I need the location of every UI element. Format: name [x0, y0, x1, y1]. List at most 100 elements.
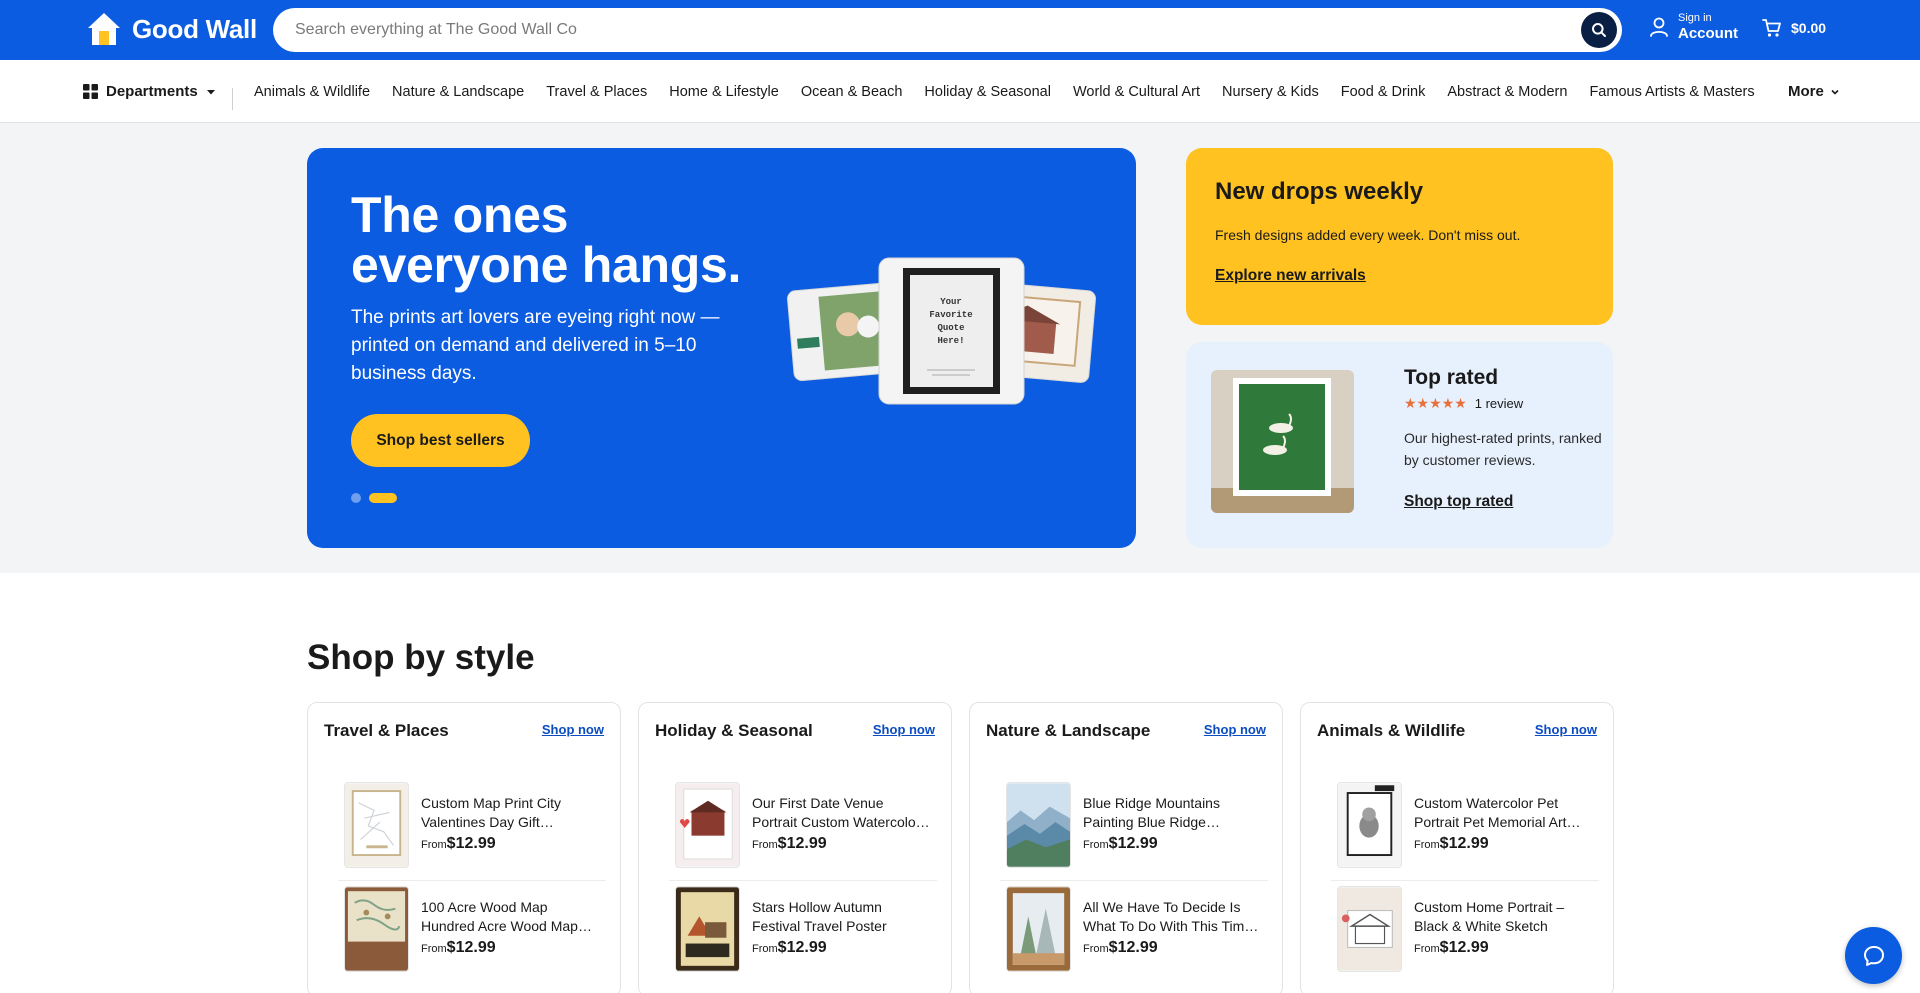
style-cards: Travel & Places Shop now Custom Map Prin… — [307, 702, 1614, 993]
shop-top-rated-link[interactable]: Shop top rated — [1404, 493, 1513, 511]
product-item[interactable]: Custom Map Print City Valentines Day Gif… — [344, 782, 606, 868]
product-item[interactable]: Stars Hollow Autumn Festival Travel Post… — [675, 886, 937, 972]
product-price: From$12.99 — [752, 939, 932, 957]
departments-button[interactable]: Departments — [83, 60, 216, 123]
product-item[interactable]: Custom Watercolor Pet Portrait Pet Memor… — [1337, 782, 1599, 868]
house-icon — [88, 13, 120, 45]
hero-title: The ones everyone hangs. — [351, 187, 742, 293]
style-card-nature-landscape: Nature & Landscape Shop now Blue Ridge M… — [969, 702, 1283, 993]
category-nav: Departments Animals & Wildlife Nature & … — [0, 60, 1920, 123]
product-price: From$12.99 — [752, 835, 932, 853]
chat-button[interactable] — [1845, 927, 1902, 984]
cart-icon — [1762, 19, 1781, 37]
chevron-down-icon — [1831, 89, 1839, 95]
product-item[interactable]: Blue Ridge Mountains Painting Blue Ridge… — [1006, 782, 1268, 868]
product-item[interactable]: Custom Home Portrait – Black & White Ske… — [1337, 886, 1599, 972]
shop-by-style-title: Shop by style — [307, 638, 535, 677]
carousel-dot[interactable] — [351, 493, 361, 503]
top-rated-product-image — [1211, 370, 1354, 513]
product-price: From$12.99 — [1083, 939, 1263, 957]
nav-link-home-lifestyle[interactable]: Home & Lifestyle — [669, 84, 779, 100]
product-name: Stars Hollow Autumn Festival Travel Post… — [752, 899, 887, 934]
account-sign-in: Sign in — [1678, 12, 1712, 24]
nav-link-famous-artists[interactable]: Famous Artists & Masters — [1589, 84, 1754, 100]
search-bar[interactable]: Search everything at The Good Wall Co — [273, 8, 1622, 52]
price-prefix: From — [421, 943, 447, 955]
nav-link-holiday-seasonal[interactable]: Holiday & Seasonal — [924, 84, 1051, 100]
svg-text:Here!: Here! — [937, 336, 964, 346]
account-button[interactable]: Sign in Account — [1648, 12, 1738, 42]
product-name: Blue Ridge Mountains Painting Blue Ridge… — [1083, 795, 1220, 830]
style-card-travel-places: Travel & Places Shop now Custom Map Prin… — [307, 702, 621, 993]
account-label: Account — [1678, 25, 1738, 42]
product-name: All We Have To Decide Is What To Do With… — [1083, 899, 1253, 934]
search-input[interactable]: Search everything at The Good Wall Co — [295, 21, 577, 39]
nav-link-world-cultural-art[interactable]: World & Cultural Art — [1073, 84, 1200, 100]
product-item[interactable]: All We Have To Decide Is What To Do With… — [1006, 886, 1268, 972]
shop-now-link[interactable]: Shop now — [1535, 722, 1597, 737]
card-title: Animals & Wildlife — [1317, 721, 1466, 740]
price-prefix: From — [1414, 839, 1440, 851]
search-icon — [1592, 23, 1606, 37]
price-prefix: From — [752, 839, 778, 851]
chat-icon — [1863, 945, 1884, 966]
nav-divider — [232, 88, 233, 110]
carousel-dots — [351, 493, 397, 503]
price-value: $12.99 — [777, 939, 827, 956]
product-price: From$12.99 — [421, 835, 601, 853]
new-drops-promo: New drops weekly Fresh designs added eve… — [1186, 148, 1613, 325]
five-stars-icon: ★★★★★ — [1404, 395, 1467, 411]
product-thumbnail — [1006, 886, 1071, 972]
nav-link-nature-landscape[interactable]: Nature & Landscape — [392, 84, 524, 100]
new-drops-subtitle: Fresh designs added every week. Don't mi… — [1215, 227, 1521, 243]
price-value: $12.99 — [1439, 939, 1489, 956]
product-thumbnail — [1337, 782, 1402, 868]
price-prefix: From — [1083, 839, 1109, 851]
product-thumbnail — [344, 886, 409, 972]
price-prefix: From — [1414, 943, 1440, 955]
nav-link-ocean-beach[interactable]: Ocean & Beach — [801, 84, 903, 100]
product-thumbnail — [1337, 886, 1402, 972]
product-thumbnail — [675, 782, 740, 868]
divider — [338, 880, 606, 881]
divider — [1331, 880, 1599, 881]
more-button[interactable]: More — [1788, 60, 1840, 123]
product-name: Custom Watercolor Pet Portrait Pet Memor… — [1414, 795, 1567, 830]
brand-name: Good Wall — [132, 13, 257, 44]
departments-label: Departments — [106, 83, 198, 100]
top-rated-title: Top rated — [1404, 366, 1499, 389]
svg-text:Favorite: Favorite — [929, 310, 972, 320]
svg-text:Quote: Quote — [937, 323, 964, 333]
product-item[interactable]: 100 Acre Wood Map Hundred Acre Wood Map … — [344, 886, 606, 972]
product-name: Custom Map Print City Valentines Day Gif… — [421, 795, 562, 830]
product-item[interactable]: Our First Date Venue Portrait Custom Wat… — [675, 782, 937, 868]
carousel-dot-active[interactable] — [369, 493, 397, 503]
product-price: From$12.99 — [1414, 939, 1594, 957]
cart-button[interactable]: $0.00 — [1762, 18, 1826, 38]
nav-links: Animals & Wildlife Nature & Landscape Tr… — [254, 60, 1755, 123]
nav-link-animals-wildlife[interactable]: Animals & Wildlife — [254, 84, 370, 100]
price-value: $12.99 — [1108, 939, 1158, 956]
nav-link-food-drink[interactable]: Food & Drink — [1341, 84, 1426, 100]
shop-now-link[interactable]: Shop now — [1204, 722, 1266, 737]
shop-now-link[interactable]: Shop now — [873, 722, 935, 737]
price-prefix: From — [1083, 943, 1109, 955]
product-name: 100 Acre Wood Map Hundred Acre Wood Map … — [421, 899, 578, 934]
product-price: From$12.99 — [421, 939, 601, 957]
logo[interactable]: Good Wall — [86, 11, 257, 47]
product-price: From$12.99 — [1083, 835, 1263, 853]
explore-new-arrivals-link[interactable]: Explore new arrivals — [1215, 267, 1366, 285]
shop-best-sellers-button[interactable]: Shop best sellers — [351, 414, 530, 467]
product-thumbnail — [1006, 782, 1071, 868]
nav-link-abstract-modern[interactable]: Abstract & Modern — [1447, 84, 1567, 100]
nav-link-travel-places[interactable]: Travel & Places — [546, 84, 647, 100]
search-button[interactable] — [1581, 12, 1617, 48]
price-value: $12.99 — [1439, 835, 1489, 852]
more-label: More — [1788, 83, 1824, 100]
nav-link-nursery-kids[interactable]: Nursery & Kids — [1222, 84, 1319, 100]
style-card-animals-wildlife: Animals & Wildlife Shop now Custom Water… — [1300, 702, 1614, 993]
shop-now-link[interactable]: Shop now — [542, 722, 604, 737]
product-name: Our First Date Venue Portrait Custom Wat… — [752, 795, 921, 830]
hero-product-image: Your Favorite Quote Here! — [787, 257, 1096, 405]
grid-icon — [83, 84, 98, 99]
